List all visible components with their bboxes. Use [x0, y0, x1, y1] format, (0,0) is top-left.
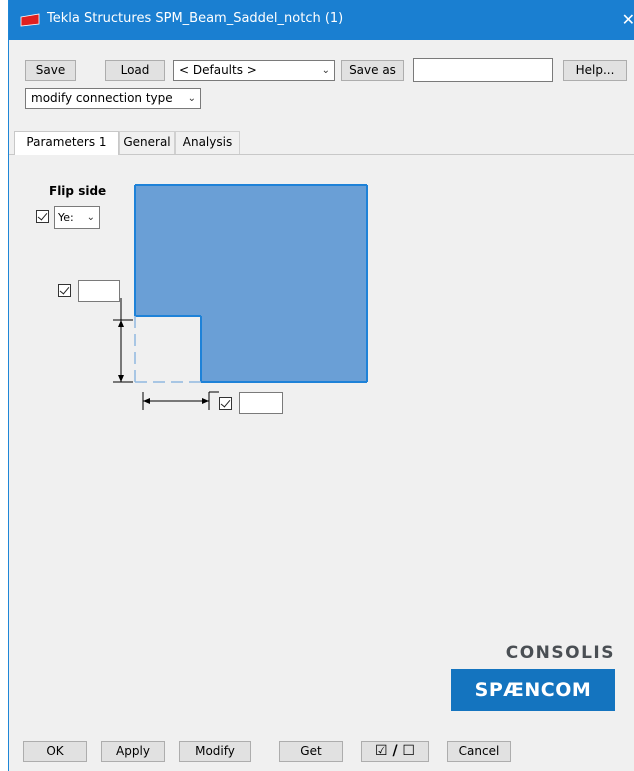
load-button[interactable]: Load — [105, 60, 165, 81]
apply-button[interactable]: Apply — [101, 741, 165, 762]
cancel-button[interactable]: Cancel — [447, 741, 511, 762]
save-as-button[interactable]: Save as — [341, 60, 404, 81]
consolis-logo: CONSOLIS — [505, 643, 615, 663]
connection-type-dropdown[interactable]: modify connection type ⌄ — [25, 88, 201, 109]
tab-general[interactable]: General — [119, 131, 175, 154]
spaencom-logo: SPÆNCOM — [451, 669, 615, 711]
chevron-down-icon: ⌄ — [187, 93, 196, 104]
tab-analysis[interactable]: Analysis — [175, 131, 240, 154]
flip-side-checkbox[interactable] — [36, 210, 49, 223]
get-button[interactable]: Get — [279, 741, 343, 762]
help-button[interactable]: Help... — [563, 60, 627, 81]
length-dimension-arrow-left — [143, 398, 150, 404]
notch-height-checkbox[interactable] — [58, 284, 71, 297]
height-dimension-arrow-bottom — [118, 375, 124, 382]
flip-side-dropdown[interactable]: Ye: ⌄ — [54, 206, 100, 229]
height-dimension-arrow-top — [118, 320, 124, 327]
tab-parameters-1[interactable]: Parameters 1 — [14, 131, 119, 155]
window-title: Tekla Structures SPM_Beam_Saddel_notch (… — [47, 11, 344, 26]
flip-side-label: Flip side — [49, 184, 107, 198]
save-as-name-input[interactable] — [413, 58, 553, 82]
beam-shape — [135, 185, 367, 382]
modify-button[interactable]: Modify — [179, 741, 251, 762]
dialog-window: Tekla Structures SPM_Beam_Saddel_notch (… — [8, 0, 634, 771]
chevron-down-icon: ⌄ — [321, 65, 330, 76]
defaults-value: < Defaults > — [179, 63, 257, 77]
beam-notch-diagram — [113, 184, 368, 410]
defaults-dropdown[interactable]: < Defaults > ⌄ — [173, 60, 335, 81]
ok-button[interactable]: OK — [23, 741, 87, 762]
chevron-down-icon: ⌄ — [86, 212, 95, 223]
tekla-app-icon — [20, 13, 40, 27]
connection-type-value: modify connection type — [31, 91, 173, 105]
length-dimension-arrow-right — [202, 398, 209, 404]
dialog-button-bar: OK Apply Modify Get ☑ / ☐ Cancel — [9, 724, 634, 771]
flip-side-value: Ye: — [58, 211, 74, 224]
title-bar[interactable]: Tekla Structures SPM_Beam_Saddel_notch (… — [9, 0, 634, 40]
toggle-all-button[interactable]: ☑ / ☐ — [361, 741, 429, 762]
save-button[interactable]: Save — [25, 60, 76, 81]
close-icon[interactable]: ✕ — [622, 10, 634, 29]
